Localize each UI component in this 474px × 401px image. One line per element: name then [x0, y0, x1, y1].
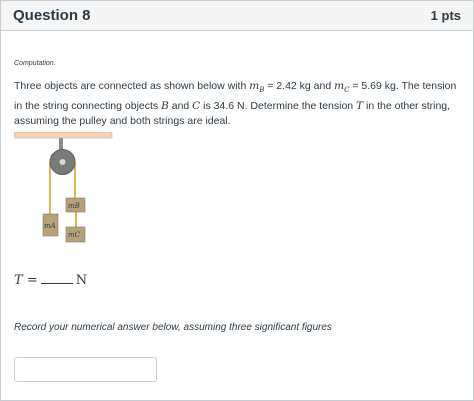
answer-blank: [40, 274, 73, 284]
question-type-label: Computation.: [14, 60, 56, 67]
mass-c-label: mC: [68, 231, 81, 239]
pulley-axle: [59, 159, 66, 165]
text-part: is 34.6 N. Determine the tension: [200, 99, 357, 112]
object-b-symbol: B: [161, 99, 169, 112]
question-points: 1 pts: [430, 8, 461, 23]
answer-variable: T: [14, 273, 23, 288]
question-header: Question 8 1 pts: [1, 1, 473, 31]
mass-a-label: mA: [44, 222, 56, 230]
mass-b-symbol: mB: [249, 80, 265, 95]
question-card: Question 8 1 pts Computation. Three obje…: [0, 0, 474, 401]
question-title: Question 8: [13, 7, 91, 24]
answer-input[interactable]: [14, 357, 157, 382]
mass-b-label: mB: [68, 202, 80, 210]
answer-instruction: Record your numerical answer below, assu…: [14, 322, 332, 333]
text-part: Three objects are connected as shown bel…: [14, 80, 250, 92]
mass-c-symbol: mC: [334, 80, 350, 95]
question-text: Three objects are connected as shown bel…: [14, 79, 464, 130]
text-part: = 2.42 kg and: [264, 80, 335, 92]
pulley-diagram: mA mB mC: [14, 132, 113, 243]
text-part: and: [168, 99, 193, 112]
answer-equals: =: [26, 273, 38, 288]
ceiling: [14, 132, 113, 139]
answer-unit: N: [75, 273, 88, 288]
answer-formula: T = N: [14, 273, 87, 288]
object-c-symbol: C: [192, 99, 201, 112]
